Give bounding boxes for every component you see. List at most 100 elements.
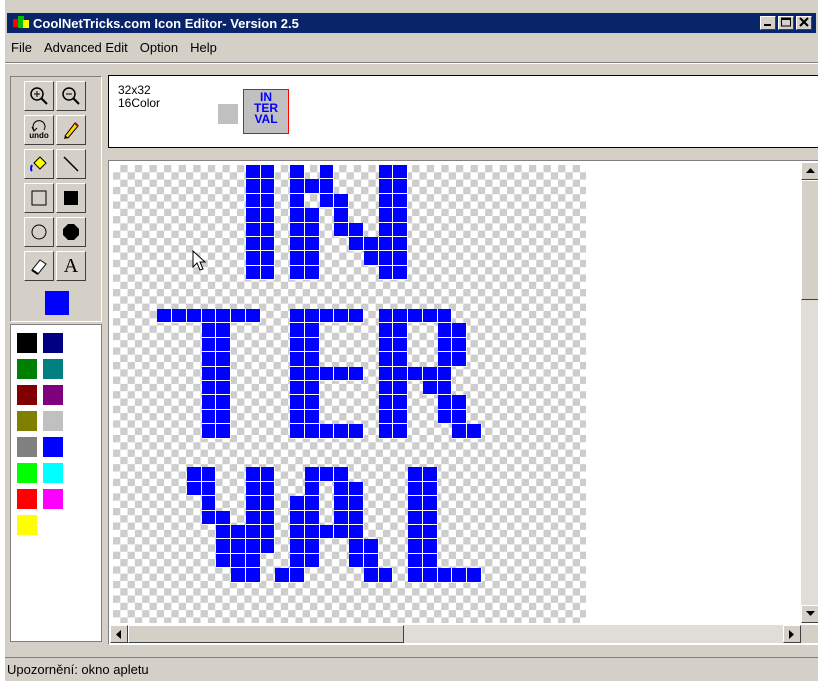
status-text: Upozornění: okno apletu	[7, 662, 149, 677]
minimize-button[interactable]	[760, 16, 776, 30]
ellipse-outline-icon	[31, 224, 47, 240]
pixel-cell	[334, 525, 350, 540]
palette-swatch-purple[interactable]	[43, 385, 63, 405]
palette-swatch-olive[interactable]	[17, 411, 37, 431]
menu-option[interactable]: Option	[134, 38, 184, 58]
pixel-cell	[245, 467, 261, 482]
palette-swatch-magenta[interactable]	[43, 489, 63, 509]
text-tool[interactable]: A	[56, 251, 86, 281]
pixel-cell	[349, 481, 364, 497]
title-bar[interactable]: CoolNetTricks.com Icon Editor- Version 2…	[7, 13, 816, 33]
pixel-cell	[201, 424, 217, 439]
pixel-cell	[260, 525, 276, 540]
pixel-cell	[201, 395, 217, 410]
palette-swatch-maroon[interactable]	[17, 385, 37, 405]
maximize-button[interactable]	[778, 16, 794, 30]
pixel-cell	[245, 222, 261, 237]
ellipse-tool[interactable]	[24, 217, 54, 247]
maximize-icon	[781, 17, 791, 27]
pixel-cell	[245, 510, 261, 525]
filled-rectangle-tool[interactable]	[56, 183, 86, 213]
close-button[interactable]	[796, 16, 812, 30]
scroll-right-button[interactable]	[783, 625, 801, 643]
pixel-cell	[422, 366, 438, 381]
palette-swatch-cyan[interactable]	[43, 463, 63, 483]
zoom-out-tool[interactable]	[56, 81, 86, 111]
pixel-cell	[422, 481, 438, 497]
pixel-cell	[349, 553, 364, 569]
pixel-cell	[290, 309, 305, 324]
pencil-tool[interactable]	[56, 115, 86, 145]
menu-advanced-edit[interactable]: Advanced Edit	[38, 38, 134, 58]
pixel-cell	[290, 193, 305, 209]
eraser-tool[interactable]	[24, 251, 54, 281]
pixel-cell	[201, 510, 217, 525]
pixel-cell	[304, 352, 320, 367]
horizontal-scrollbar[interactable]	[110, 625, 801, 643]
palette-swatch-yellow[interactable]	[17, 515, 37, 535]
pixel-cell	[304, 496, 320, 511]
scroll-up-button[interactable]	[801, 162, 818, 180]
pixel-cell	[334, 309, 350, 324]
pixel-cell	[201, 352, 217, 367]
pixel-cell	[231, 539, 246, 554]
zoom-in-tool[interactable]	[24, 81, 54, 111]
pixel-cell	[201, 323, 217, 338]
pixel-cell	[304, 424, 320, 439]
text-icon: A	[63, 254, 79, 277]
pixel-cell	[378, 237, 394, 252]
palette-swatch-silver[interactable]	[43, 411, 63, 431]
palette-swatch-teal[interactable]	[43, 359, 63, 379]
menu-file[interactable]: File	[5, 38, 38, 58]
editor-canvas[interactable]	[110, 162, 801, 623]
palette-swatch-red[interactable]	[17, 489, 37, 509]
pixel-cell	[186, 309, 202, 324]
pixel-cell	[452, 568, 468, 583]
pixel-grid[interactable]	[113, 165, 586, 623]
pixel-cell	[349, 424, 364, 439]
palette-swatch-navy[interactable]	[43, 333, 63, 353]
pixel-cell	[349, 222, 364, 237]
editor-canvas-frame	[108, 160, 818, 645]
palette-swatch-green[interactable]	[17, 359, 37, 379]
pixel-cell	[349, 496, 364, 511]
pixel-cell	[422, 467, 438, 482]
pixel-cell	[467, 568, 482, 583]
line-tool[interactable]	[56, 149, 86, 179]
scroll-left-button[interactable]	[110, 625, 128, 643]
horizontal-scroll-thumb[interactable]	[128, 625, 404, 643]
pixel-cell	[378, 193, 394, 209]
pixel-cell	[393, 366, 409, 381]
pixel-cell	[363, 553, 379, 569]
pixel-cell	[201, 309, 217, 324]
pixel-cell	[393, 179, 409, 194]
pixel-cell	[290, 179, 305, 194]
palette-swatch-black[interactable]	[17, 333, 37, 353]
pixel-cell	[334, 481, 350, 497]
pixel-cell	[408, 553, 423, 569]
palette-swatch-blue[interactable]	[43, 437, 63, 457]
pixel-cell	[334, 496, 350, 511]
pixel-cell	[260, 510, 276, 525]
vertical-scroll-thumb[interactable]	[801, 180, 818, 300]
pixel-cell	[245, 237, 261, 252]
pixel-cell	[408, 467, 423, 482]
pixel-cell	[260, 237, 276, 252]
pixel-cell	[201, 366, 217, 381]
palette-swatch-gray[interactable]	[17, 437, 37, 457]
fill-tool[interactable]	[24, 149, 54, 179]
pixel-cell	[378, 208, 394, 223]
palette-swatch-lime[interactable]	[17, 463, 37, 483]
filled-ellipse-tool[interactable]	[56, 217, 86, 247]
pixel-cell	[452, 323, 468, 338]
undo-tool[interactable]: undo	[24, 115, 54, 145]
pixel-cell	[260, 251, 276, 266]
pixel-cell	[378, 409, 394, 425]
pixel-cell	[245, 568, 261, 583]
rectangle-tool[interactable]	[24, 183, 54, 213]
scroll-down-button[interactable]	[801, 605, 818, 623]
menu-help[interactable]: Help	[184, 38, 223, 58]
pixel-cell	[290, 395, 305, 410]
vertical-scrollbar[interactable]	[801, 162, 818, 623]
pixel-cell	[231, 568, 246, 583]
